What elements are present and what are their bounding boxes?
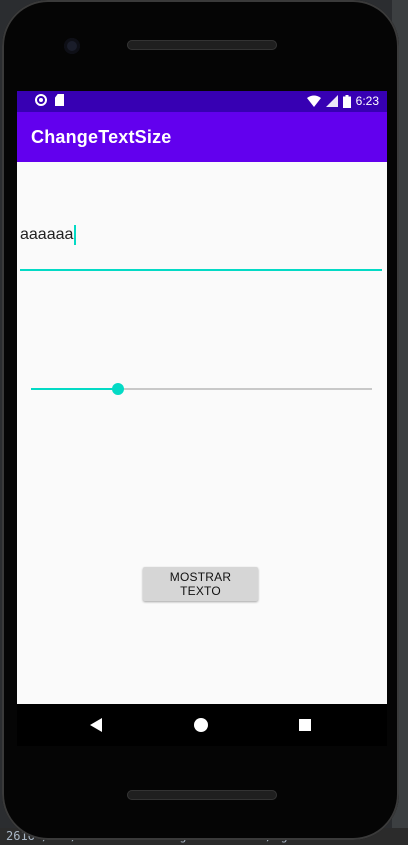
- app-bar: ChangeTextSize: [17, 112, 387, 162]
- navigation-bar: [17, 704, 387, 746]
- text-size-seekbar[interactable]: [31, 379, 372, 399]
- status-bar: 6:23: [17, 91, 387, 112]
- signal-icon: [325, 95, 338, 107]
- front-camera-icon: [64, 38, 80, 54]
- top-speaker: [127, 40, 277, 50]
- status-time: 6:23: [355, 94, 379, 108]
- text-input-value: aaaaaa: [20, 226, 74, 243]
- notification-circle-icon: [35, 94, 47, 106]
- device-screen: 6:23 ChangeTextSize aaaaaa MOSTRAR TEXTO: [17, 91, 387, 704]
- recents-icon[interactable]: [299, 719, 311, 731]
- wifi-icon: [306, 95, 321, 107]
- home-icon[interactable]: [194, 718, 208, 732]
- text-input-underline: [20, 269, 382, 271]
- bottom-speaker: [127, 790, 277, 800]
- text-input[interactable]: aaaaaa: [20, 213, 382, 271]
- battery-icon: [342, 94, 351, 108]
- sd-card-icon: [55, 94, 64, 106]
- text-cursor: [74, 225, 77, 245]
- show-text-button[interactable]: MOSTRAR TEXTO: [143, 567, 258, 601]
- app-title: ChangeTextSize: [31, 127, 172, 147]
- back-icon[interactable]: [90, 718, 102, 732]
- seekbar-thumb[interactable]: [111, 383, 124, 395]
- seekbar-progress: [31, 388, 118, 390]
